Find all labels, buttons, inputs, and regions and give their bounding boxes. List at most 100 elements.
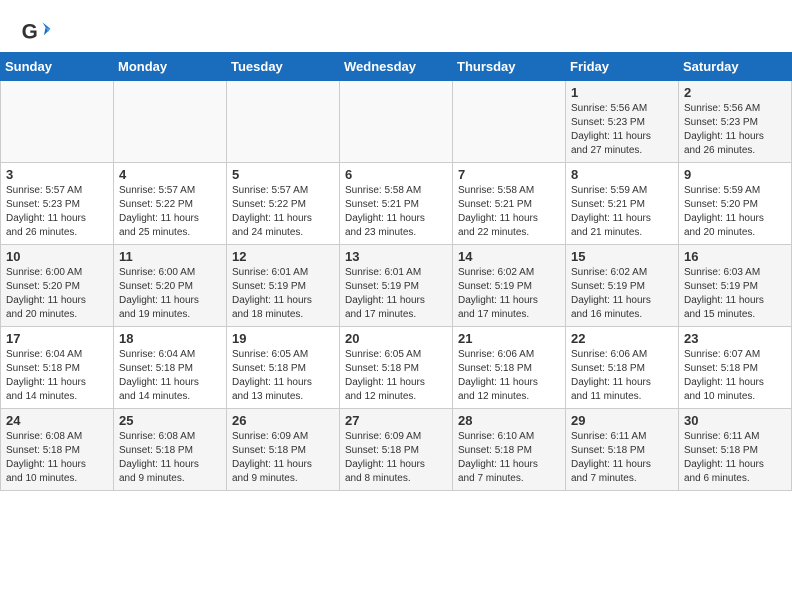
day-info: Sunrise: 5:59 AM Sunset: 5:20 PM Dayligh… [684,184,786,240]
calendar-row-4: 24 Sunrise: 6:08 AM Sunset: 5:18 PM Dayli… [1,409,792,491]
calendar-cell: 3Sunrise: 5:57 AM Sunset: 5:23 PM Daylig… [1,163,114,245]
calendar-row-2: 10Sunrise: 6:00 AM Sunset: 5:20 PM Dayli… [1,245,792,327]
calendar-cell: 2 Sunrise: 5:56 AM Sunset: 5:23 PM Daylig… [679,81,792,163]
day-info: Sunrise: 5:56 AM Sunset: 5:23 PM Dayligh… [684,102,786,158]
day-info: Sunrise: 6:07 AM Sunset: 5:18 PM Dayligh… [684,348,786,404]
day-number: 23 [684,331,786,346]
day-number: 13 [345,249,447,264]
day-number: 9 [684,167,786,182]
calendar-cell: 15Sunrise: 6:02 AM Sunset: 5:19 PM Dayli… [566,245,679,327]
calendar-header-tuesday: Tuesday [227,53,340,81]
calendar-cell: 16Sunrise: 6:03 AM Sunset: 5:19 PM Dayli… [679,245,792,327]
calendar-cell: 25Sunrise: 6:08 AM Sunset: 5:18 PM Dayli… [114,409,227,491]
day-number: 18 [119,331,221,346]
calendar-cell: 27 Sunrise: 6:09 AM Sunset: 5:18 PM Dayli… [340,409,453,491]
day-number: 6 [345,167,447,182]
calendar-row-1: 3Sunrise: 5:57 AM Sunset: 5:23 PM Daylig… [1,163,792,245]
day-number: 28 [458,413,560,428]
calendar-cell: 19 Sunrise: 6:05 AM Sunset: 5:18 PM Dayli… [227,327,340,409]
logo-icon: G [20,16,52,48]
calendar-cell: 17Sunrise: 6:04 AM Sunset: 5:18 PM Dayli… [1,327,114,409]
day-number: 24 [6,413,108,428]
calendar-table: SundayMondayTuesdayWednesdayThursdayFrid… [0,52,792,491]
day-info: Sunrise: 6:02 AM Sunset: 5:19 PM Dayligh… [458,266,560,322]
day-info: Sunrise: 5:57 AM Sunset: 5:22 PM Dayligh… [119,184,221,240]
calendar-cell: 10Sunrise: 6:00 AM Sunset: 5:20 PM Dayli… [1,245,114,327]
calendar-row-0: 1 Sunrise: 5:56 AM Sunset: 5:23 PM Daylig… [1,81,792,163]
day-info: Sunrise: 6:04 AM Sunset: 5:18 PM Dayligh… [119,348,221,404]
day-number: 15 [571,249,673,264]
calendar-cell: 11Sunrise: 6:00 AM Sunset: 5:20 PM Dayli… [114,245,227,327]
day-info: Sunrise: 6:06 AM Sunset: 5:18 PM Dayligh… [458,348,560,404]
day-number: 11 [119,249,221,264]
day-number: 2 [684,85,786,100]
day-info: Sunrise: 6:09 AM Sunset: 5:18 PM Dayligh… [345,430,447,486]
day-number: 29 [571,413,673,428]
day-info: Sunrise: 6:11 AM Sunset: 5:18 PM Dayligh… [571,430,673,486]
calendar-cell: 7Sunrise: 5:58 AM Sunset: 5:21 PM Daylig… [453,163,566,245]
calendar-body: 1 Sunrise: 5:56 AM Sunset: 5:23 PM Daylig… [1,81,792,491]
calendar-cell: 5 Sunrise: 5:57 AM Sunset: 5:22 PM Daylig… [227,163,340,245]
day-info: Sunrise: 5:57 AM Sunset: 5:22 PM Dayligh… [232,184,334,240]
calendar-cell [114,81,227,163]
day-info: Sunrise: 6:05 AM Sunset: 5:18 PM Dayligh… [345,348,447,404]
header-row: SundayMondayTuesdayWednesdayThursdayFrid… [1,53,792,81]
page-header: G [0,0,792,52]
calendar-cell: 30 Sunrise: 6:11 AM Sunset: 5:18 PM Dayli… [679,409,792,491]
day-info: Sunrise: 6:08 AM Sunset: 5:18 PM Dayligh… [119,430,221,486]
day-info: Sunrise: 6:04 AM Sunset: 5:18 PM Dayligh… [6,348,108,404]
calendar-cell [1,81,114,163]
day-info: Sunrise: 6:05 AM Sunset: 5:18 PM Dayligh… [232,348,334,404]
day-info: Sunrise: 5:57 AM Sunset: 5:23 PM Dayligh… [6,184,108,240]
day-number: 19 [232,331,334,346]
day-number: 20 [345,331,447,346]
calendar-header: SundayMondayTuesdayWednesdayThursdayFrid… [1,53,792,81]
day-info: Sunrise: 5:59 AM Sunset: 5:21 PM Dayligh… [571,184,673,240]
calendar-cell: 22 Sunrise: 6:06 AM Sunset: 5:18 PM Dayli… [566,327,679,409]
calendar-cell: 26 Sunrise: 6:09 AM Sunset: 5:18 PM Dayli… [227,409,340,491]
day-number: 26 [232,413,334,428]
calendar-cell: 21Sunrise: 6:06 AM Sunset: 5:18 PM Dayli… [453,327,566,409]
calendar-header-sunday: Sunday [1,53,114,81]
day-number: 30 [684,413,786,428]
day-number: 10 [6,249,108,264]
calendar-cell: 20 Sunrise: 6:05 AM Sunset: 5:18 PM Dayli… [340,327,453,409]
day-number: 22 [571,331,673,346]
logo: G [20,16,56,48]
calendar-cell: 24 Sunrise: 6:08 AM Sunset: 5:18 PM Dayli… [1,409,114,491]
day-number: 5 [232,167,334,182]
calendar-header-thursday: Thursday [453,53,566,81]
day-number: 12 [232,249,334,264]
calendar-cell [227,81,340,163]
calendar-cell: 9 Sunrise: 5:59 AM Sunset: 5:20 PM Daylig… [679,163,792,245]
day-info: Sunrise: 6:09 AM Sunset: 5:18 PM Dayligh… [232,430,334,486]
calendar-cell [340,81,453,163]
calendar-cell: 6 Sunrise: 5:58 AM Sunset: 5:21 PM Daylig… [340,163,453,245]
calendar-cell: 4 Sunrise: 5:57 AM Sunset: 5:22 PM Daylig… [114,163,227,245]
calendar-cell: 14Sunrise: 6:02 AM Sunset: 5:19 PM Dayli… [453,245,566,327]
day-info: Sunrise: 5:58 AM Sunset: 5:21 PM Dayligh… [458,184,560,240]
calendar-cell: 23 Sunrise: 6:07 AM Sunset: 5:18 PM Dayli… [679,327,792,409]
calendar-header-wednesday: Wednesday [340,53,453,81]
calendar-cell: 1 Sunrise: 5:56 AM Sunset: 5:23 PM Daylig… [566,81,679,163]
svg-text:G: G [22,20,38,43]
day-info: Sunrise: 6:01 AM Sunset: 5:19 PM Dayligh… [345,266,447,322]
day-info: Sunrise: 6:11 AM Sunset: 5:18 PM Dayligh… [684,430,786,486]
calendar-cell: 13 Sunrise: 6:01 AM Sunset: 5:19 PM Dayli… [340,245,453,327]
day-number: 27 [345,413,447,428]
day-info: Sunrise: 5:56 AM Sunset: 5:23 PM Dayligh… [571,102,673,158]
day-info: Sunrise: 6:08 AM Sunset: 5:18 PM Dayligh… [6,430,108,486]
day-number: 8 [571,167,673,182]
calendar-header-monday: Monday [114,53,227,81]
calendar-cell: 12Sunrise: 6:01 AM Sunset: 5:19 PM Dayli… [227,245,340,327]
day-info: Sunrise: 6:06 AM Sunset: 5:18 PM Dayligh… [571,348,673,404]
calendar-header-friday: Friday [566,53,679,81]
day-number: 4 [119,167,221,182]
calendar-header-saturday: Saturday [679,53,792,81]
day-number: 1 [571,85,673,100]
day-info: Sunrise: 6:10 AM Sunset: 5:18 PM Dayligh… [458,430,560,486]
day-info: Sunrise: 5:58 AM Sunset: 5:21 PM Dayligh… [345,184,447,240]
calendar-cell: 29 Sunrise: 6:11 AM Sunset: 5:18 PM Dayli… [566,409,679,491]
calendar-cell [453,81,566,163]
calendar-row-3: 17Sunrise: 6:04 AM Sunset: 5:18 PM Dayli… [1,327,792,409]
